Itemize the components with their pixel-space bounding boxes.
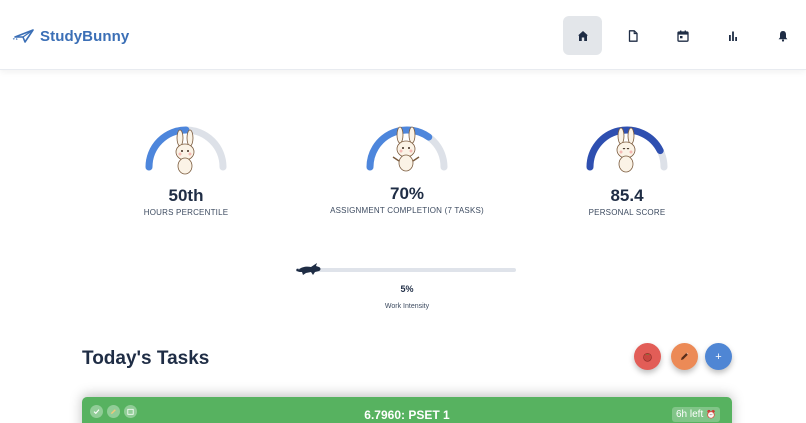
timer-icon: ⏰ — [706, 410, 716, 419]
assignment-completion-value: 70% — [389, 184, 425, 203]
personal-score-label: PERSONAL SCORE — [588, 208, 666, 217]
hours-percentile-gauge: 50th HOURS PERCENTILE — [106, 120, 266, 217]
tomato-button[interactable] — [634, 343, 661, 370]
work-intensity-value: 5% — [400, 284, 414, 294]
calendar-icon — [676, 30, 689, 42]
plus-icon: + — [715, 350, 722, 363]
gauge-dial — [366, 126, 448, 172]
task-time-left-badge: 6h left ⏰ — [672, 407, 720, 422]
nav-stats-button[interactable] — [713, 16, 752, 55]
task-title: 6.7960: PSET 1 — [364, 408, 450, 422]
bar-chart-icon — [728, 31, 737, 41]
document-icon — [628, 29, 638, 42]
app-name: StudyBunny — [40, 27, 130, 45]
gauge-dial — [145, 126, 227, 175]
paper-plane-icon — [12, 29, 34, 43]
pencil-icon — [681, 352, 689, 360]
work-intensity-track — [296, 268, 516, 272]
gauge-dial — [586, 126, 668, 173]
nav-documents-button[interactable] — [613, 16, 652, 55]
assignment-completion-gauge: 70% ASSIGNMENT COMPLETION (7 TASKS) — [312, 120, 502, 215]
task-time-left: 6h left — [676, 409, 704, 420]
tomato-icon — [643, 353, 652, 362]
nav-calendar-button[interactable] — [663, 16, 702, 55]
running-rabbit-icon — [296, 263, 321, 275]
main-nav — [563, 16, 806, 55]
nav-home-button[interactable] — [563, 16, 602, 55]
bunny-icon — [392, 126, 420, 172]
hours-percentile-label: HOURS PERCENTILE — [143, 208, 229, 217]
todays-tasks-title: Today's Tasks — [82, 348, 210, 369]
task-card[interactable]: 6.7960: PSET 1 6h left ⏰ — [82, 397, 732, 423]
personal-score-gauge: 85.4 PERSONAL SCORE — [547, 120, 707, 217]
app-logo[interactable]: StudyBunny — [12, 26, 129, 46]
work-intensity-label: Work Intensity — [384, 303, 430, 310]
top-navbar: StudyBunny — [0, 0, 806, 70]
edit-button[interactable] — [671, 343, 698, 370]
home-icon — [577, 30, 588, 41]
bunny-icon — [175, 129, 195, 175]
hours-percentile-value: 50th — [168, 186, 204, 205]
assignment-completion-label: ASSIGNMENT COMPLETION (7 TASKS) — [330, 206, 484, 215]
bell-icon — [778, 30, 787, 42]
nav-notifications-button[interactable] — [763, 16, 802, 55]
personal-score-value: 85.4 — [610, 186, 644, 205]
add-task-button[interactable]: + — [705, 343, 732, 370]
bunny-icon — [616, 127, 636, 173]
